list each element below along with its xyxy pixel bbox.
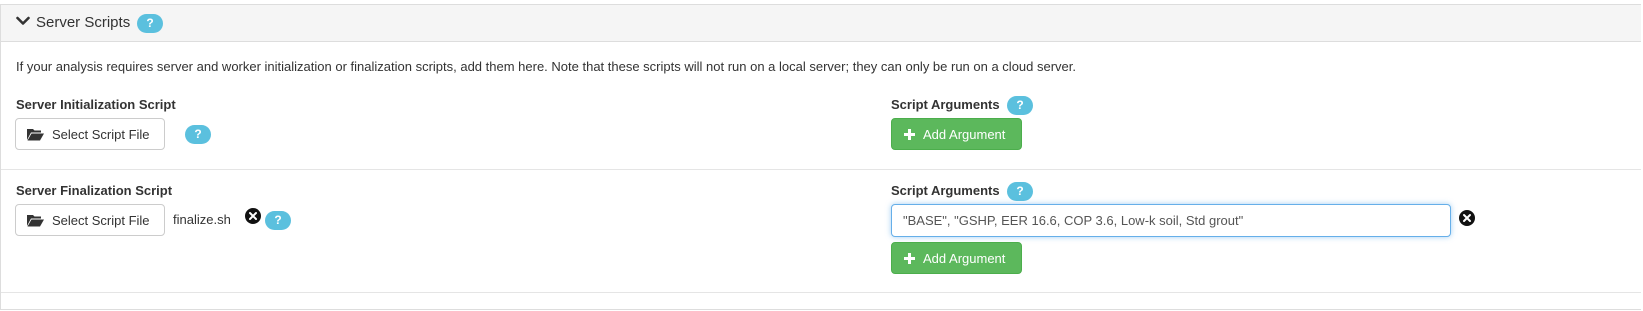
final-args-help-badge[interactable]: ? [1007,182,1033,201]
remove-circle-icon[interactable] [245,208,261,224]
folder-open-icon [27,215,44,227]
server-scripts-panel: Server Scripts ? If your analysis requir… [0,4,1641,310]
folder-open-icon [27,129,44,141]
panel-heading[interactable]: Server Scripts ? [1,5,1641,42]
final-script-help-badge[interactable]: ? [265,211,291,230]
init-script-help-badge[interactable]: ? [185,125,211,144]
chevron-down-icon[interactable] [16,14,30,28]
final-script-file-name: finalize.sh [173,212,231,227]
row-divider [1,169,1641,170]
plus-icon [904,253,915,264]
init-add-argument-button[interactable]: Add Argument [891,118,1022,150]
init-select-script-button[interactable]: Select Script File [15,118,165,150]
panel-title: Server Scripts [36,14,131,31]
init-args-help-badge[interactable]: ? [1007,96,1033,115]
panel-help-badge[interactable]: ? [137,14,163,33]
init-args-label: Script Arguments [891,97,1000,112]
remove-circle-icon[interactable] [1459,210,1475,226]
panel-description: If your analysis requires server and wor… [16,59,1077,74]
final-add-argument-button[interactable]: Add Argument [891,242,1022,274]
init-add-argument-label: Add Argument [923,127,1006,142]
init-select-script-label: Select Script File [52,127,150,142]
script-argument-input[interactable] [891,204,1451,237]
final-script-label: Server Finalization Script [16,183,173,198]
final-select-script-button[interactable]: Select Script File [15,204,165,236]
final-add-argument-label: Add Argument [923,251,1006,266]
final-select-script-label: Select Script File [52,213,150,228]
init-script-label: Server Initialization Script [16,97,176,112]
final-args-label: Script Arguments [891,183,1000,198]
plus-icon [904,129,915,140]
row-divider [1,292,1641,293]
